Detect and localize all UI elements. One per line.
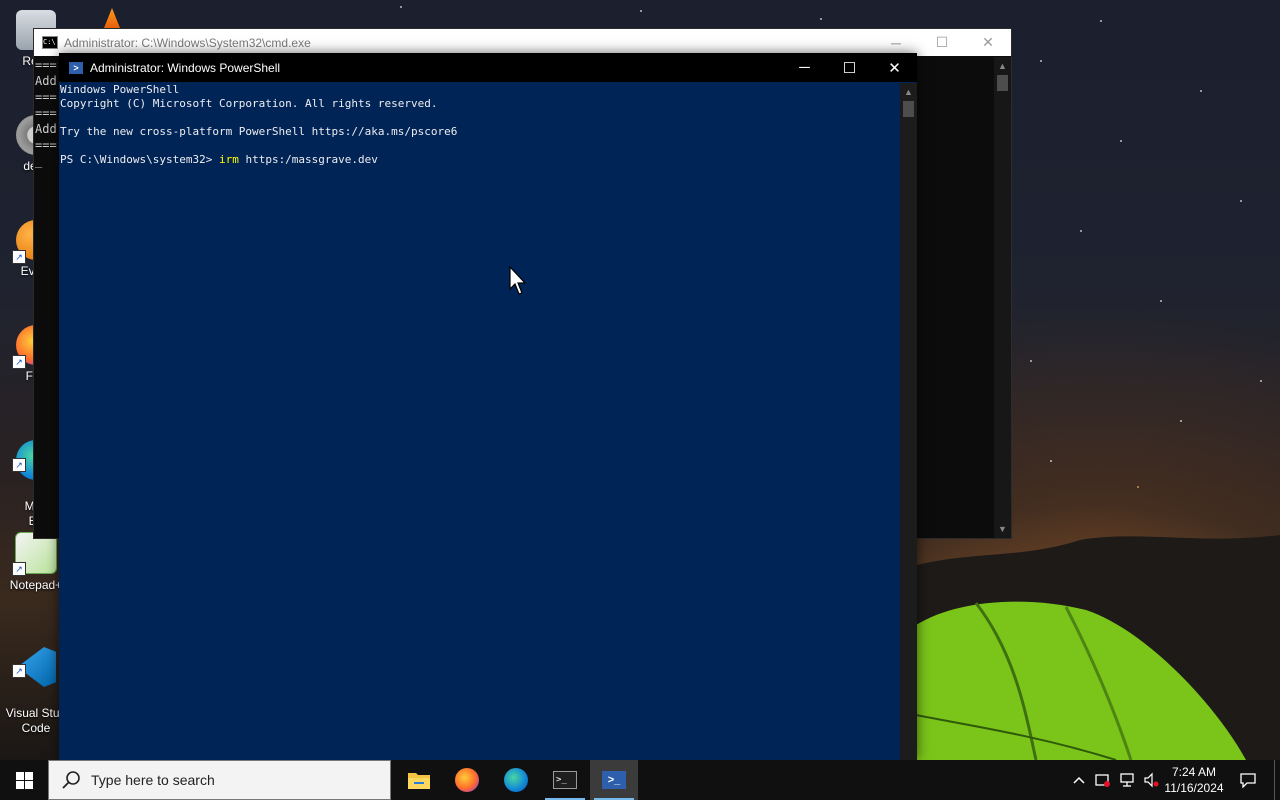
powershell-icon: >_ (602, 771, 626, 789)
taskbar-file-explorer[interactable] (395, 760, 443, 800)
powershell-console-output[interactable]: Windows PowerShell Copyright (C) Microso… (59, 83, 901, 760)
close-button[interactable]: ✕ (872, 59, 917, 77)
action-center-button[interactable] (1234, 760, 1262, 800)
firefox-icon (455, 768, 479, 792)
vlc-icon[interactable] (104, 8, 120, 28)
powershell-icon: > (69, 61, 83, 74)
search-placeholder: Type here to search (91, 772, 215, 788)
console-argument: https:/massgrave.dev (238, 153, 378, 166)
console-command: irm (218, 153, 239, 166)
taskbar-clock[interactable]: 7:24 AM 11/16/2024 (1160, 764, 1228, 796)
desktop-icon-label: Visual Stud Code (5, 706, 67, 735)
search-icon (62, 771, 80, 789)
shortcut-arrow-icon: ↗ (12, 458, 26, 472)
wallpaper-tent (916, 601, 1246, 760)
powershell-titlebar[interactable]: > Administrator: Windows PowerShell ─ ☐ … (59, 53, 917, 82)
powershell-title: Administrator: Windows PowerShell (90, 60, 281, 75)
chevron-up-icon (1073, 776, 1085, 784)
taskbar-firefox[interactable] (443, 760, 491, 800)
powershell-scrollbar[interactable]: ▲ (900, 83, 917, 760)
clock-date: 11/16/2024 (1164, 781, 1224, 795)
scroll-down-icon[interactable]: ▼ (994, 524, 1011, 534)
desktop-icon-label: Notepad+ (9, 578, 63, 592)
scroll-up-icon[interactable]: ▲ (900, 87, 917, 97)
console-line: Windows PowerShell (60, 83, 180, 96)
console-line: Try the new cross-platform PowerShell ht… (60, 125, 458, 138)
shield-icon (1095, 774, 1110, 787)
maximize-button[interactable]: ☐ (827, 59, 872, 77)
tray-volume-button[interactable] (1140, 760, 1162, 800)
folder-icon (408, 773, 430, 789)
taskbar: Type here to search >_ >_ 7:24 AM 11/16/… (0, 760, 1280, 800)
network-icon (1120, 773, 1134, 787)
shortcut-arrow-icon: ↗ (12, 562, 26, 576)
terminal-icon: >_ (553, 771, 577, 789)
cmd-minimize-button[interactable]: ─ (873, 35, 919, 51)
cmd-maximize-button[interactable]: ☐ (919, 34, 965, 51)
cmd-scroll-thumb[interactable] (997, 75, 1008, 91)
scroll-up-icon[interactable]: ▲ (994, 61, 1011, 71)
notification-icon (1240, 773, 1256, 788)
cmd-scrollbar[interactable]: ▲ ▼ (994, 57, 1011, 538)
shortcut-arrow-icon: ↗ (12, 664, 26, 678)
powershell-window[interactable]: > Administrator: Windows PowerShell ─ ☐ … (59, 53, 917, 760)
cmd-titlebar[interactable]: C:\ Administrator: C:\Windows\System32\c… (34, 29, 1011, 56)
shortcut-arrow-icon: ↗ (12, 250, 26, 264)
show-desktop-button[interactable] (1274, 760, 1280, 800)
cmd-title: Administrator: C:\Windows\System32\cmd.e… (64, 35, 311, 50)
cmd-close-button[interactable]: ✕ (965, 34, 1011, 51)
windows-logo-icon (15, 771, 33, 789)
mouse-pointer-icon (509, 266, 527, 295)
taskbar-search-box[interactable]: Type here to search (48, 760, 391, 800)
shortcut-arrow-icon: ↗ (12, 355, 26, 369)
cmd-icon: C:\ (42, 36, 58, 49)
clock-time: 7:24 AM (1171, 765, 1217, 779)
taskbar-terminal[interactable]: >_ (541, 760, 589, 800)
console-prompt-line[interactable]: PS C:\Windows\system32> irm https:/massg… (60, 153, 901, 167)
tray-security-icon-button[interactable] (1092, 760, 1114, 800)
start-button[interactable] (0, 760, 48, 800)
tray-network-button[interactable] (1116, 760, 1138, 800)
edge-icon (504, 768, 528, 792)
taskbar-powershell[interactable]: >_ (590, 760, 638, 800)
console-prompt: PS C:\Windows\system32> (60, 153, 219, 166)
minimize-button[interactable]: ─ (782, 59, 827, 76)
show-hidden-icons-button[interactable] (1068, 760, 1090, 800)
console-line: Copyright (C) Microsoft Corporation. All… (60, 97, 438, 110)
volume-muted-icon (1144, 772, 1159, 788)
taskbar-edge[interactable] (492, 760, 540, 800)
powershell-scroll-thumb[interactable] (903, 101, 914, 117)
